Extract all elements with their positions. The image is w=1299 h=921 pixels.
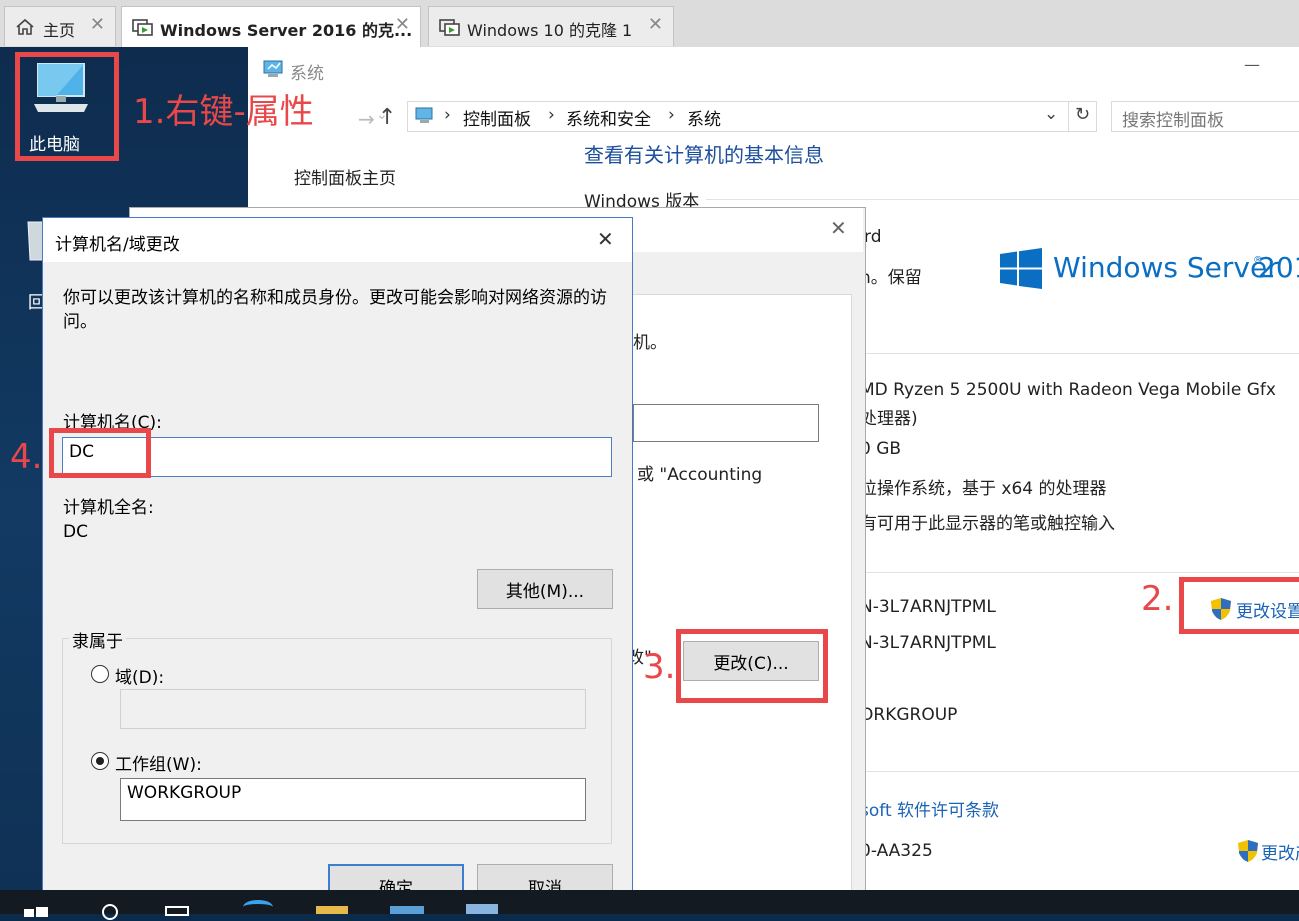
domain-label: 域(D):: [115, 668, 165, 688]
divider: [1068, 102, 1069, 131]
minimize-button[interactable]: —: [1244, 55, 1260, 74]
product-id-value: 0-AA325: [860, 841, 933, 861]
computer-description-input[interactable]: [633, 404, 819, 442]
vm-tab-bar: 主页 ✕ Windows Server 2016 的克... ✕ Windows…: [0, 0, 1299, 48]
system-app-icon[interactable]: [466, 904, 498, 914]
windows-server-logo-text: Windows Server: [1053, 251, 1279, 284]
annotation-box-computer-name: [49, 428, 151, 478]
uac-shield-icon: [1237, 839, 1259, 867]
task-view-icon[interactable]: [165, 906, 189, 916]
section-divider: [864, 572, 1299, 573]
tab-label: Windows Server 2016 的克...: [160, 21, 413, 40]
domain-input[interactable]: [120, 689, 586, 729]
example-text: 或 "Accounting: [637, 465, 763, 485]
more-button[interactable]: 其他(M)...: [477, 569, 613, 609]
home-icon: [15, 17, 35, 41]
registered-mark: ®: [1253, 255, 1263, 266]
tab-windows-10[interactable]: Windows 10 的克隆 1 ✕: [428, 6, 674, 46]
annotation-step1: 1.右键-属性: [133, 92, 314, 132]
annotation-box-this-pc: [15, 52, 119, 161]
recycle-bin-shortcut[interactable]: 回: [22, 218, 45, 318]
workgroup-radio[interactable]: [91, 752, 109, 770]
search-icon[interactable]: [102, 904, 118, 920]
annotation-step2: 2.: [1141, 579, 1174, 619]
description-text: 机。: [633, 333, 667, 353]
start-icon[interactable]: [24, 902, 48, 921]
annotation-step3: 3.: [643, 647, 676, 687]
close-icon[interactable]: ✕: [648, 14, 663, 35]
breadcrumb-item[interactable]: 系统和安全: [566, 105, 651, 130]
page-heading: 查看有关计算机的基本信息: [584, 143, 824, 167]
computer-name-domain-dialog: 计算机名/域更改 ✕ 你可以更改该计算机的名称和成员身份。更改可能会影响对网络资…: [42, 217, 633, 908]
section-divider: [864, 771, 1299, 772]
full-name-label: 计算机全名:: [63, 498, 154, 518]
license-terms-link[interactable]: soft 软件许可条款: [860, 796, 999, 821]
breadcrumb-separator: ›: [548, 105, 555, 125]
close-icon[interactable]: ✕: [830, 216, 847, 240]
dialog-titlebar: 计算机名/域更改 ✕: [43, 218, 632, 262]
internet-explorer-icon[interactable]: [243, 900, 273, 914]
tab-label: 主页: [43, 21, 76, 40]
file-explorer-icon[interactable]: [316, 906, 348, 914]
section-divider: [864, 353, 1299, 354]
refresh-icon[interactable]: ↻: [1075, 104, 1090, 125]
search-input[interactable]: 搜索控制面板: [1111, 101, 1299, 132]
section-divider: [706, 199, 1299, 200]
radio-selected-dot: [96, 757, 104, 765]
processor-value-line2: 处理器): [860, 409, 918, 429]
system-icon: [414, 106, 436, 130]
breadcrumb-item[interactable]: 控制面板: [463, 105, 531, 130]
control-panel-home-link[interactable]: 控制面板主页: [294, 164, 396, 189]
memory-value: 0 GB: [860, 439, 902, 459]
tab-home[interactable]: 主页 ✕: [4, 6, 116, 46]
workgroup-label: 工作组(W):: [115, 755, 202, 775]
forward-icon[interactable]: →: [358, 107, 375, 131]
edition-text: rd: [864, 227, 882, 247]
full-computer-name-value: N-3L7ARNJTPML: [860, 633, 996, 653]
domain-radio[interactable]: [91, 665, 109, 683]
annotation-box-change-button: [676, 629, 828, 703]
vm-icon: [439, 17, 461, 41]
full-name-value: DC: [63, 522, 88, 542]
processor-value: MD Ryzen 5 2500U with Radeon Vega Mobile…: [860, 380, 1276, 400]
address-bar[interactable]: › 控制面板 › 系统和安全 › 系统 ⌄ ↻: [407, 101, 1097, 132]
close-icon[interactable]: ✕: [395, 14, 410, 35]
breadcrumb-item[interactable]: 系统: [687, 105, 721, 130]
search-placeholder: 搜索控制面板: [1122, 111, 1224, 131]
close-icon[interactable]: ✕: [90, 14, 105, 35]
annotation-step4: 4.: [10, 437, 43, 477]
taskbar: [0, 890, 1299, 920]
workgroup-value: ORKGROUP: [860, 705, 958, 725]
up-arrow-icon[interactable]: ↑: [378, 105, 396, 130]
breadcrumb-separator: ›: [668, 105, 675, 125]
chevron-down-icon[interactable]: ⌄: [1044, 104, 1058, 124]
breadcrumb-separator: ›: [444, 105, 451, 125]
change-product-key-link[interactable]: 更改产: [1237, 839, 1299, 865]
annotation-box-change-settings: [1179, 577, 1299, 634]
system-type-value: 位操作系统，基于 x64 的处理器: [860, 479, 1107, 499]
close-icon[interactable]: ✕: [597, 227, 614, 251]
change-product-key-label: 更改产: [1261, 844, 1299, 864]
dialog-description: 你可以更改该计算机的名称和成员身份。更改可能会影响对网络资源的访问。: [63, 288, 607, 332]
windows-logo-icon: [1000, 248, 1042, 294]
server-manager-icon[interactable]: [390, 906, 424, 914]
pen-touch-value: 有可用于此显示器的笔或触控输入: [860, 514, 1115, 534]
member-of-label: 隶属于: [69, 627, 126, 652]
tab-windows-server[interactable]: Windows Server 2016 的克... ✕: [121, 6, 421, 47]
window-title: 系统: [290, 64, 324, 84]
windows-server-logo-version: 201: [1258, 251, 1299, 284]
computer-name-value: N-3L7ARNJTPML: [860, 597, 996, 617]
copyright-text: n。保留: [860, 268, 922, 288]
system-icon: [262, 59, 286, 83]
vm-icon: [132, 17, 154, 41]
dialog-title: 计算机名/域更改: [55, 235, 180, 255]
tab-label: Windows 10 的克隆 1: [467, 21, 633, 40]
workgroup-input[interactable]: WORKGROUP: [120, 778, 586, 821]
